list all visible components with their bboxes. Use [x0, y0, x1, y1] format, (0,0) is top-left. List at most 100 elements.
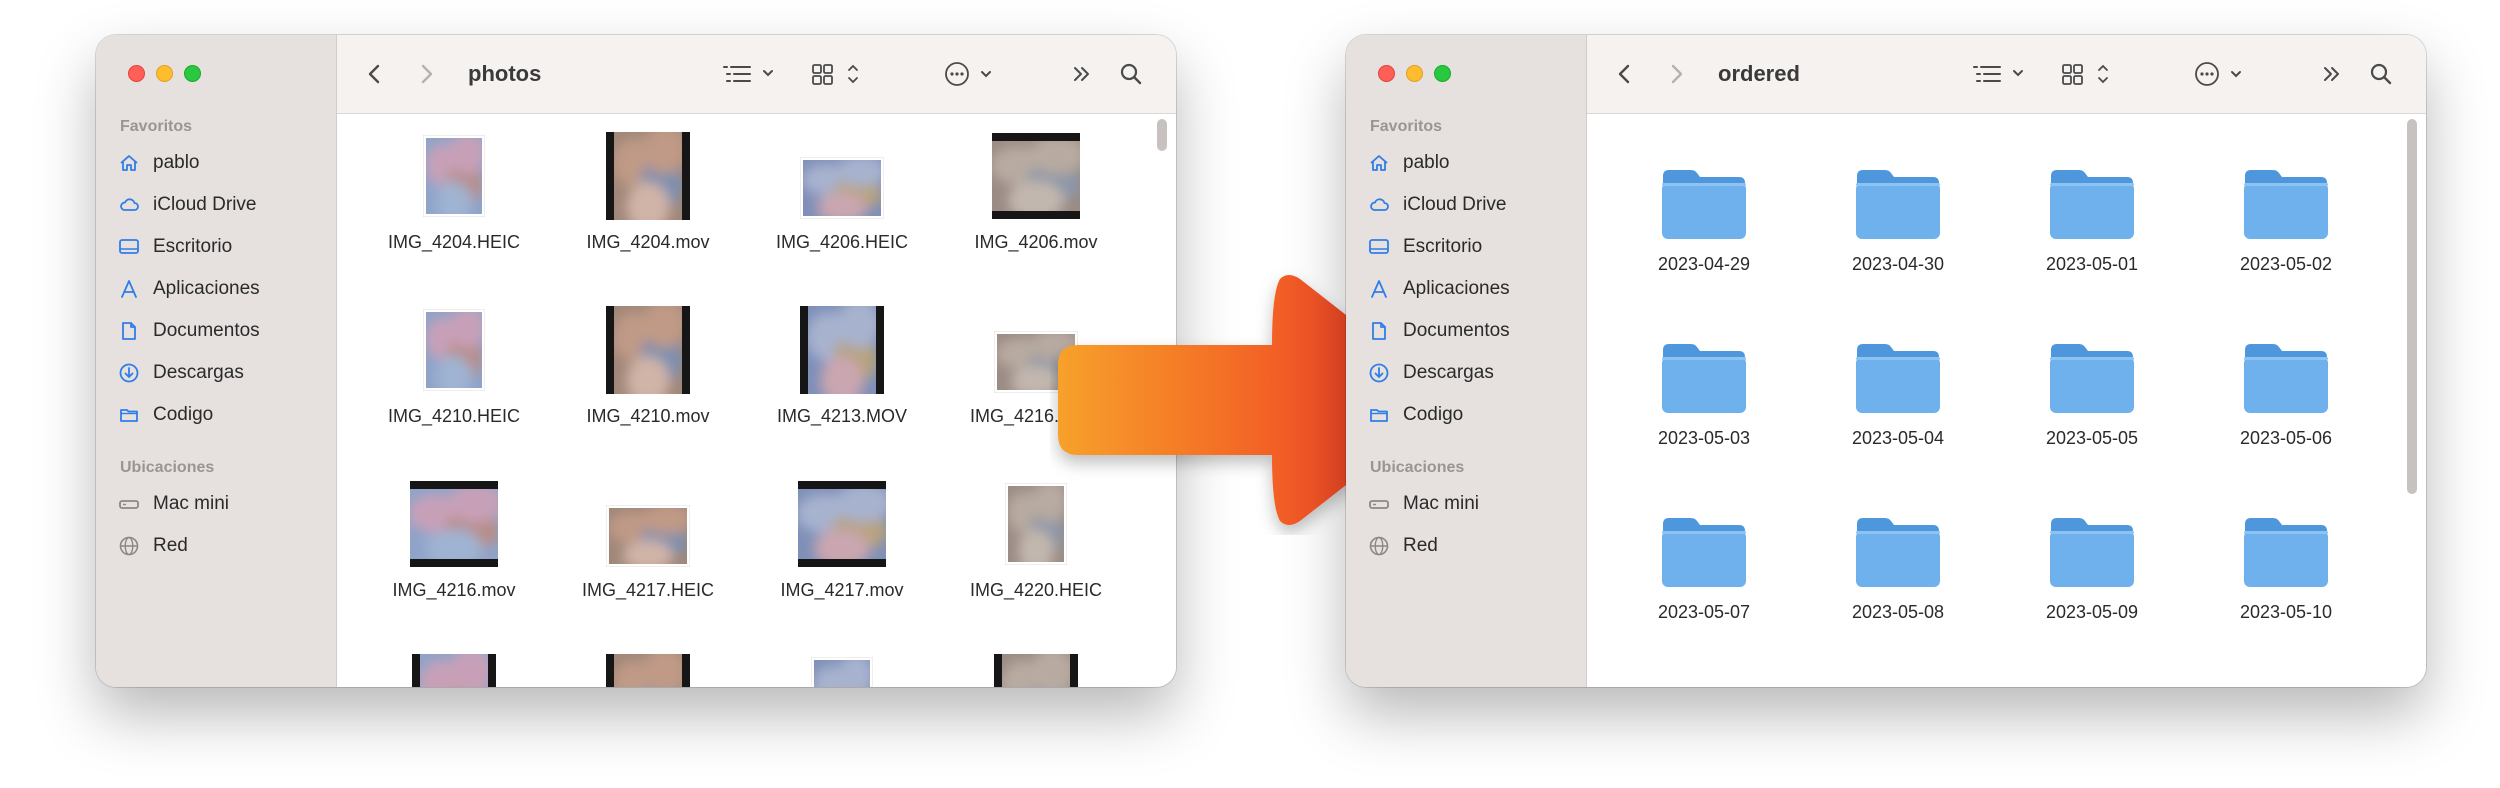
folder-item[interactable] — [1607, 646, 1801, 687]
window-controls — [1378, 65, 1451, 82]
sidebar-item-icloud-drive[interactable]: iCloud Drive — [1368, 190, 1506, 220]
sidebar-item-home[interactable]: pablo — [1368, 148, 1450, 178]
folder-item[interactable] — [1995, 646, 2189, 687]
file-item[interactable]: IMG_4210.mov — [551, 288, 745, 462]
folder-item[interactable]: 2023-05-02 — [2189, 124, 2383, 298]
back-button[interactable] — [367, 35, 381, 113]
mac-mini-icon — [118, 493, 140, 515]
cloud-icon — [118, 194, 140, 216]
finder-window-photos: Favoritos pablo iCloud Drive Escritorio … — [96, 35, 1176, 687]
sidebar-item-mac-mini[interactable]: Mac mini — [118, 489, 229, 519]
folder-icon — [1853, 340, 1943, 421]
chevron-left-icon — [368, 64, 380, 84]
folder-item[interactable]: 2023-05-10 — [2189, 472, 2383, 646]
file-item[interactable]: IMG_4217.HEIC — [551, 462, 745, 636]
sidebar-item-desktop[interactable]: Escritorio — [1368, 232, 1482, 262]
folder-item[interactable] — [1801, 646, 1995, 687]
sidebar-item-codigo[interactable]: Codigo — [118, 400, 213, 430]
sidebar-item-label: Descargas — [153, 362, 244, 383]
item-name: IMG_4204.HEIC — [387, 232, 521, 252]
folder-item[interactable]: 2023-05-01 — [1995, 124, 2189, 298]
sidebar-item-network[interactable]: Red — [1368, 531, 1438, 561]
file-item[interactable]: IMG_4216.mov — [357, 462, 551, 636]
sidebar-item-icloud-drive[interactable]: iCloud Drive — [118, 190, 256, 220]
folder-item[interactable]: 2023-04-29 — [1607, 124, 1801, 298]
chevron-right-icon — [421, 64, 433, 84]
list-view-icon — [723, 66, 773, 82]
toolbar-overflow-button[interactable] — [2321, 35, 2343, 113]
folder-item[interactable]: 2023-04-30 — [1801, 124, 1995, 298]
vertical-scrollbar[interactable] — [1157, 119, 1167, 151]
sidebar-item-label: Codigo — [1403, 404, 1464, 425]
vertical-scrollbar[interactable] — [2407, 119, 2417, 494]
toolbar-overflow-button[interactable] — [1071, 35, 1093, 113]
folder-item[interactable]: 2023-05-05 — [1995, 298, 2189, 472]
sidebar-item-applications[interactable]: Aplicaciones — [1368, 274, 1510, 304]
close-window-button[interactable] — [1378, 65, 1395, 82]
network-icon — [1368, 535, 1390, 557]
sidebar-item-label: Codigo — [153, 404, 214, 425]
file-item[interactable]: IMG_4213.MOV — [745, 288, 939, 462]
list-view-button[interactable] — [1972, 35, 2028, 113]
sidebar-item-home[interactable]: pablo — [118, 148, 200, 178]
sidebar: Favoritos pablo iCloud Drive Escritorio … — [96, 35, 337, 687]
folder-item[interactable]: 2023-05-08 — [1801, 472, 1995, 646]
folder-item[interactable]: 2023-05-04 — [1801, 298, 1995, 472]
file-item[interactable] — [357, 636, 551, 687]
actions-menu-button[interactable] — [2194, 35, 2250, 113]
sidebar-item-documents[interactable]: Documentos — [1368, 316, 1510, 346]
sidebar-item-mac-mini[interactable]: Mac mini — [1368, 489, 1479, 519]
search-button[interactable] — [2369, 35, 2393, 113]
file-item[interactable]: IMG_4206.mov — [939, 114, 1133, 288]
file-item[interactable]: IMG_4210.HEIC — [357, 288, 551, 462]
sidebar-item-label: Escritorio — [1403, 236, 1483, 257]
folder-item[interactable]: 2023-05-03 — [1607, 298, 1801, 472]
file-item[interactable]: IMG_4204.mov — [551, 114, 745, 288]
folder-item[interactable] — [2189, 646, 2383, 687]
sidebar-item-network[interactable]: Red — [118, 531, 188, 561]
file-item[interactable] — [939, 636, 1133, 687]
icon-view-button[interactable] — [2061, 35, 2111, 113]
file-item[interactable]: IMG_4204.HEIC — [357, 114, 551, 288]
forward-button[interactable] — [1670, 35, 1684, 113]
folder-icon — [2241, 340, 2331, 421]
item-name: IMG_4210.HEIC — [387, 406, 521, 426]
file-item[interactable] — [551, 636, 745, 687]
window-title: ordered — [1718, 61, 1800, 86]
item-name: IMG_4217.mov — [780, 580, 904, 600]
zoom-window-button[interactable] — [184, 65, 201, 82]
file-item[interactable]: IMG_4217.mov — [745, 462, 939, 636]
back-button[interactable] — [1617, 35, 1631, 113]
sidebar-item-label: pablo — [1403, 152, 1450, 173]
sidebar-item-desktop[interactable]: Escritorio — [118, 232, 232, 262]
minimize-window-button[interactable] — [156, 65, 173, 82]
sidebar-item-downloads[interactable]: Descargas — [118, 358, 244, 388]
more-actions-icon — [945, 62, 991, 86]
search-icon — [2370, 63, 2392, 85]
forward-button[interactable] — [420, 35, 434, 113]
zoom-window-button[interactable] — [1434, 65, 1451, 82]
search-button[interactable] — [1119, 35, 1143, 113]
folder-item[interactable]: 2023-05-07 — [1607, 472, 1801, 646]
file-item[interactable] — [745, 636, 939, 687]
file-item[interactable]: IMG_4206.HEIC — [745, 114, 939, 288]
item-name: IMG_4206.HEIC — [775, 232, 909, 252]
actions-menu-button[interactable] — [944, 35, 1000, 113]
folder-item[interactable]: 2023-05-06 — [2189, 298, 2383, 472]
sidebar-item-applications[interactable]: Aplicaciones — [118, 274, 260, 304]
cloud-icon — [1368, 194, 1390, 216]
minimize-window-button[interactable] — [1406, 65, 1423, 82]
list-view-button[interactable] — [722, 35, 778, 113]
sidebar-item-codigo[interactable]: Codigo — [1368, 400, 1463, 430]
sidebar-item-label: iCloud Drive — [153, 194, 257, 215]
window-controls — [128, 65, 201, 82]
toolbar: photos — [337, 35, 1176, 114]
close-window-button[interactable] — [128, 65, 145, 82]
sidebar-item-documents[interactable]: Documentos — [118, 316, 260, 346]
sidebar-item-downloads[interactable]: Descargas — [1368, 358, 1494, 388]
sidebar-item-label: Descargas — [1403, 362, 1494, 383]
file-grid-area: 2023-04-29 2023-04-30 2023-05-01 2023-05-02… — [1587, 114, 2426, 687]
item-name: 2023-05-01 — [2045, 254, 2139, 274]
folder-item[interactable]: 2023-05-09 — [1995, 472, 2189, 646]
icon-view-button[interactable] — [811, 35, 861, 113]
